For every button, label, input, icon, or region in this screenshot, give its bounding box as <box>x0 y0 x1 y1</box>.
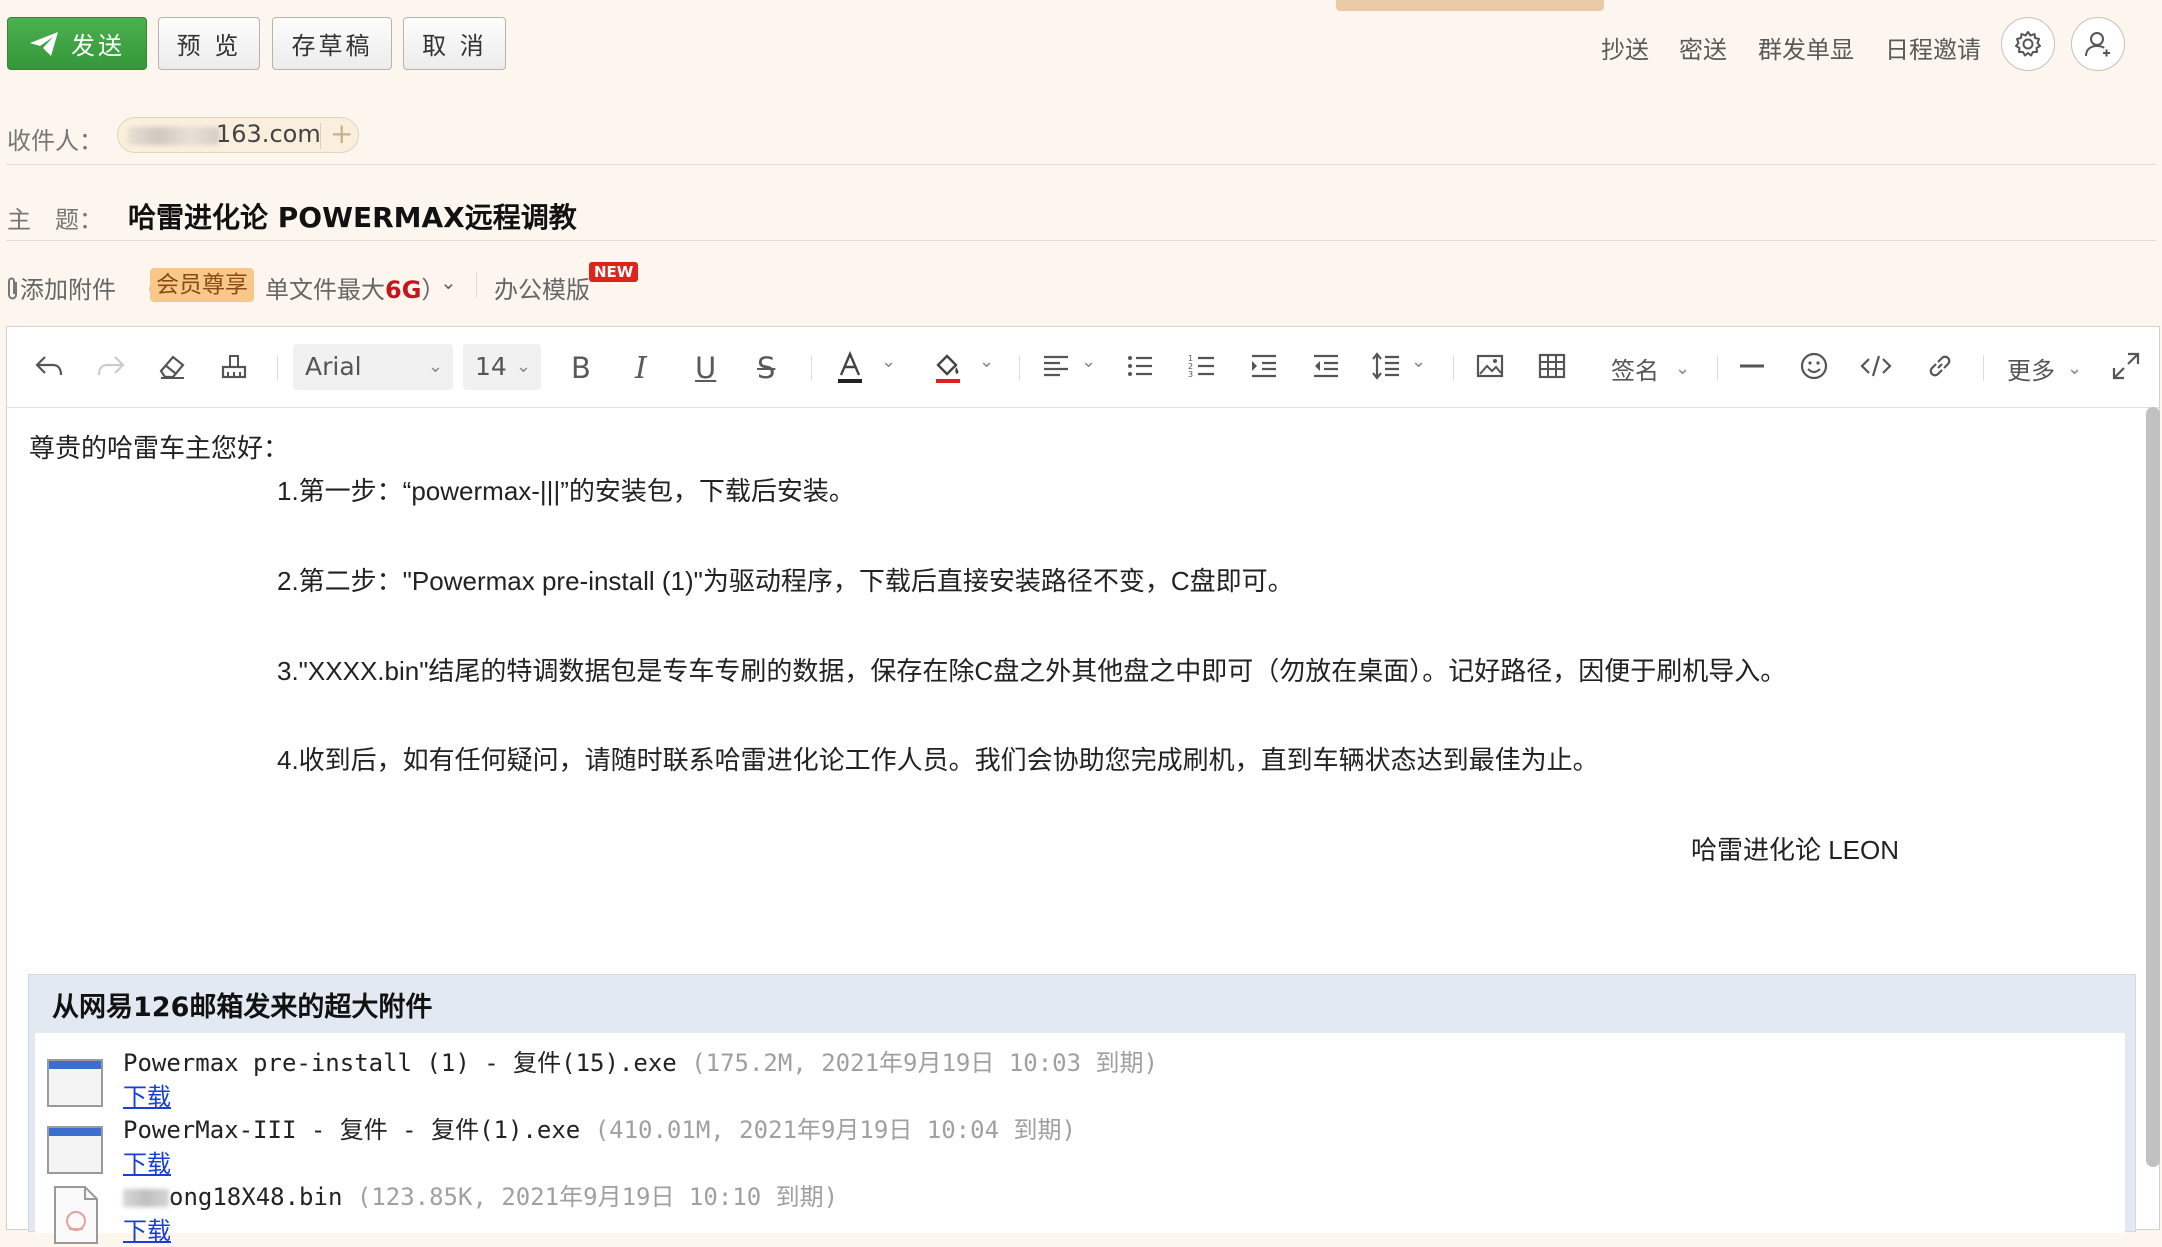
horizontal-rule-icon[interactable] <box>1737 351 1767 381</box>
attachment-options-chevron-down-icon[interactable]: ⌄ <box>440 270 457 294</box>
recipient-chip[interactable]: 163.com + <box>117 117 359 153</box>
big-attachment-panel: 从网易126邮箱发来的超大附件 Powermax pre-install (1)… <box>28 974 2136 1245</box>
line-height-icon[interactable] <box>1371 351 1401 381</box>
underline-icon[interactable]: U <box>695 351 716 385</box>
cancel-button[interactable]: 取 消 <box>403 17 506 70</box>
separate-send-link[interactable]: 群发单显 <box>1758 30 1854 65</box>
big-attachment-title: 从网易126邮箱发来的超大附件 <box>52 992 433 1023</box>
cc-link[interactable]: 抄送 <box>1601 30 1649 65</box>
numbered-list-icon[interactable]: 123 <box>1187 351 1217 381</box>
settings-button[interactable] <box>2001 17 2055 71</box>
insert-table-icon[interactable] <box>1537 351 1567 381</box>
attachment-name: Powermax pre-install (1) - 复件(15).exe <box>123 1049 677 1077</box>
outdent-icon[interactable] <box>1311 351 1341 381</box>
compose-topbar: 发送 预 览 存草稿 取 消 抄送 密送 群发单显 日程邀请 <box>0 0 2162 80</box>
subject-input[interactable]: 哈雷进化论 POWERMAX远程调教 <box>128 196 577 236</box>
recipient-email-domain: 163.com <box>216 120 321 148</box>
rich-text-editor: Arial ⌄ 14 ⌄ B I U S ⌄ ⌄ ⌄ 123 ⌄ 签名 ⌄ 更多 ⌄ 尊 <box>6 326 2160 1245</box>
attachment-meta: (175.2M, 2021年9月19日 10:03 到期) <box>691 1049 1158 1077</box>
attachment-item: ong18X48.bin (123.85K, 2021年9月19日 10:10 … <box>35 1167 1235 1247</box>
calendar-invite-link[interactable]: 日程邀请 <box>1885 30 1981 65</box>
align-icon[interactable] <box>1041 351 1071 381</box>
download-link[interactable]: 下载 <box>123 1211 171 1246</box>
redo-icon[interactable] <box>95 351 127 381</box>
bold-icon[interactable]: B <box>571 351 591 385</box>
attachment-meta: (410.01M, 2021年9月19日 10:04 到期) <box>594 1116 1076 1144</box>
recipient-label: 收件人： <box>7 127 103 155</box>
body-signature: 哈雷进化论 LEON <box>1691 835 1900 865</box>
body-line-4: 4.收到后，如有任何疑问，请随时联系哈雷进化论工作人员。我们会协助您完成刷机，直… <box>277 745 1599 775</box>
code-icon[interactable] <box>1859 351 1893 381</box>
font-color-chevron-down-icon[interactable]: ⌄ <box>881 351 896 372</box>
top-accent-tab <box>1336 0 1604 11</box>
fullscreen-icon[interactable] <box>2111 351 2141 381</box>
bin-file-icon <box>54 1186 98 1244</box>
contacts-button[interactable] <box>2071 17 2125 71</box>
paper-plane-icon <box>30 31 58 56</box>
chevron-down-icon: ⌄ <box>427 356 443 377</box>
email-body[interactable]: 尊贵的哈雷车主您好： 1.第一步：“powermax-|||”的安装包，下载后安… <box>7 408 2137 1245</box>
send-label: 发送 <box>71 32 125 60</box>
paperclip-icon <box>8 277 17 300</box>
chevron-down-icon: ⌄ <box>1675 358 1691 379</box>
font-family-select[interactable]: Arial ⌄ <box>293 344 453 390</box>
send-button[interactable]: 发送 <box>7 17 147 70</box>
undo-icon[interactable] <box>33 351 65 381</box>
line-height-chevron-down-icon[interactable]: ⌄ <box>1411 351 1426 372</box>
subject-label: 主 题： <box>7 206 103 234</box>
format-painter-icon[interactable] <box>219 351 249 381</box>
font-color-icon[interactable] <box>835 351 865 385</box>
office-templates-link[interactable]: 办公模版 <box>494 270 590 305</box>
strikethrough-icon[interactable]: S <box>757 351 775 385</box>
link-icon[interactable] <box>1925 351 1955 381</box>
add-recipient-icon[interactable]: + <box>330 117 353 150</box>
redacted-email-prefix <box>128 127 220 145</box>
body-line-3: 3."XXXX.bin"结尾的特调数据包是专车专刷的数据，保存在除C盘之外其他盘… <box>277 656 1787 686</box>
highlight-color-chevron-down-icon[interactable]: ⌄ <box>979 351 994 372</box>
bulleted-list-icon[interactable] <box>1125 351 1155 381</box>
editor-toolbar: Arial ⌄ 14 ⌄ B I U S ⌄ ⌄ ⌄ 123 ⌄ 签名 ⌄ 更多 ⌄ <box>7 327 2159 408</box>
indent-icon[interactable] <box>1249 351 1279 381</box>
emoji-icon[interactable] <box>1799 351 1829 381</box>
more-dropdown[interactable]: 更多 ⌄ <box>2007 351 2082 386</box>
redacted-file-prefix <box>123 1189 169 1207</box>
vip-badge: 会员尊享 <box>150 268 254 302</box>
body-line-1: 1.第一步：“powermax-|||”的安装包，下载后安装。 <box>277 476 855 506</box>
italic-icon[interactable]: I <box>635 351 647 386</box>
font-size-select[interactable]: 14 ⌄ <box>463 344 541 390</box>
attachment-name: ong18X48.bin <box>169 1183 343 1211</box>
new-badge: NEW <box>589 262 639 282</box>
user-icon <box>2085 32 2110 57</box>
eraser-icon[interactable] <box>157 351 187 381</box>
chevron-down-icon: ⌄ <box>2067 358 2083 379</box>
chevron-down-icon: ⌄ <box>515 356 531 377</box>
align-chevron-down-icon[interactable]: ⌄ <box>1081 351 1096 372</box>
preview-button[interactable]: 预 览 <box>158 17 260 70</box>
bcc-link[interactable]: 密送 <box>1679 30 1727 65</box>
signature-dropdown[interactable]: 签名 ⌄ <box>1611 351 1690 386</box>
save-draft-button[interactable]: 存草稿 <box>272 17 392 70</box>
editor-scrollbar[interactable] <box>2146 407 2160 1167</box>
highlight-color-icon[interactable] <box>933 351 963 385</box>
file-size-limit: 单文件最大6G） <box>265 276 446 304</box>
svg-text:3: 3 <box>1188 370 1193 379</box>
add-attachment-button[interactable]: 添加附件 <box>6 270 116 305</box>
body-line-2: 2.第二步："Powermax pre-install (1)"为驱动程序，下载… <box>277 566 1294 596</box>
gear-icon <box>2015 31 2041 57</box>
body-greeting: 尊贵的哈雷车主您好： <box>29 433 290 463</box>
insert-image-icon[interactable] <box>1475 351 1505 381</box>
attachment-name: PowerMax-III - 复件 - 复件(1).exe <box>123 1116 581 1144</box>
attachment-meta: (123.85K, 2021年9月19日 10:10 到期) <box>356 1183 839 1211</box>
